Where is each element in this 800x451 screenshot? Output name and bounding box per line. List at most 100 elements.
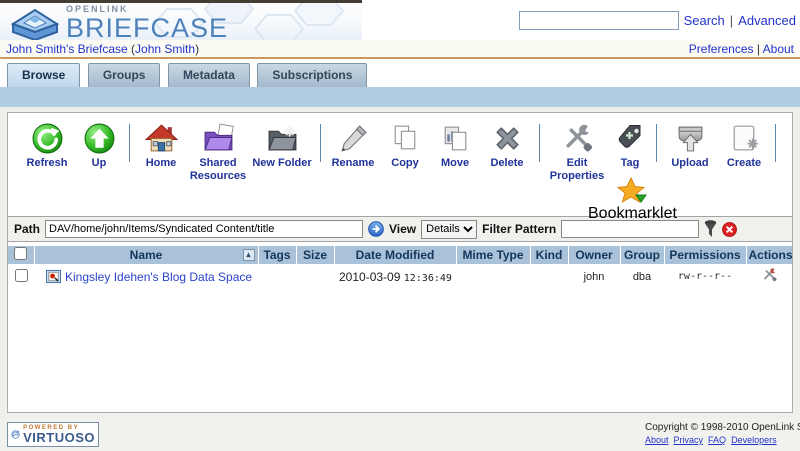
apply-filter-button[interactable] (704, 220, 717, 238)
toolbar: Refresh Up Home Shared Resources Ne (8, 113, 792, 216)
select-all-checkbox[interactable] (14, 247, 27, 260)
search-link[interactable]: Search (684, 13, 725, 28)
bookmarklet-button[interactable]: Bookmarklet (588, 177, 677, 223)
advanced-search-link[interactable]: Advanced (738, 13, 796, 28)
footer-about-link[interactable]: About (645, 435, 669, 445)
delete-button[interactable]: Delete (480, 122, 534, 170)
delete-x-icon (491, 122, 524, 155)
path-label: Path (14, 222, 40, 236)
column-header-mime-type[interactable]: Mime Type (456, 246, 530, 264)
funnel-icon (704, 220, 717, 238)
tab-browse[interactable]: Browse (7, 63, 80, 87)
file-table: Name ▴ Tags Size Date Modified Mime Type… (8, 246, 792, 289)
row-checkbox[interactable] (15, 269, 28, 282)
content-area: Refresh Up Home Shared Resources Ne (0, 107, 800, 418)
virtuoso-swirl-icon (11, 425, 20, 444)
column-header-kind[interactable]: Kind (530, 246, 568, 264)
owner-link[interactable]: John Smith (135, 42, 195, 56)
copy-icon (389, 122, 422, 155)
prefs-about-divider: | (757, 42, 760, 56)
footer-developers-link[interactable]: Developers (731, 435, 777, 445)
app-header: OPENLINK BRIEFCASE Search | Advanced (0, 0, 800, 40)
tools-icon (561, 122, 594, 155)
column-header-tags[interactable]: Tags (258, 246, 296, 264)
tag-button[interactable]: Tag (609, 122, 651, 170)
toolbar-separator (129, 124, 130, 162)
tab-metadata[interactable]: Metadata (168, 63, 250, 87)
view-select[interactable]: Details (421, 220, 477, 239)
group-cell: dba (620, 264, 664, 289)
kind-cell (530, 264, 568, 289)
sort-ascending-icon[interactable]: ▴ (243, 249, 255, 261)
resource-name-link[interactable]: Kingsley Idehen's Blog Data Space (65, 270, 252, 284)
row-properties-tools-icon[interactable] (761, 267, 778, 283)
toolbar-separator (775, 124, 776, 162)
tab-accent-bar (0, 87, 800, 107)
column-header-date-modified[interactable]: Date Modified (334, 246, 456, 264)
permissions-cell: rw-r--r-- (664, 264, 746, 289)
shared-folder-icon (202, 122, 235, 155)
size-cell (296, 264, 334, 289)
owner-paren-close: ) (195, 42, 199, 56)
copy-button[interactable]: Copy (380, 122, 430, 170)
brand-wordmark: OPENLINK BRIEFCASE (66, 5, 228, 42)
brand-briefcase: BRIEFCASE (66, 15, 228, 42)
shared-resources-button[interactable]: Shared Resources (187, 122, 249, 182)
create-button[interactable]: Create (718, 122, 770, 170)
up-arrow-icon (83, 122, 116, 155)
column-header-name[interactable]: Name ▴ (34, 246, 258, 264)
column-header-size[interactable]: Size (296, 246, 334, 264)
toolbar-separator (656, 124, 657, 162)
clear-filter-button[interactable] (722, 222, 737, 237)
new-folder-button[interactable]: New Folder (249, 122, 315, 170)
browse-panel: Refresh Up Home Shared Resources Ne (7, 112, 793, 413)
home-button[interactable]: Home (135, 122, 187, 170)
footer-faq-link[interactable]: FAQ (708, 435, 726, 445)
clear-x-icon (722, 222, 737, 237)
view-label: View (389, 222, 416, 236)
column-header-group[interactable]: Group (620, 246, 664, 264)
home-icon (145, 122, 178, 155)
bookmarklet-star-icon (616, 177, 648, 205)
move-icon (439, 122, 472, 155)
column-header-permissions[interactable]: Permissions (664, 246, 746, 264)
tab-groups[interactable]: Groups (88, 63, 161, 87)
tag-icon (615, 122, 645, 155)
path-input[interactable] (45, 220, 363, 238)
breadcrumb: John Smith's Briefcase (John Smith) Pref… (0, 40, 800, 59)
actions-cell (746, 264, 792, 289)
select-all-cell (8, 246, 34, 264)
footer: POWERED BY VIRTUOSO Copyright © 1998-201… (0, 418, 800, 451)
rename-pen-icon (337, 122, 370, 155)
column-header-owner[interactable]: Owner (568, 246, 620, 264)
mime-type-cell (456, 264, 530, 289)
column-header-actions[interactable]: Actions (746, 246, 792, 264)
footer-privacy-link[interactable]: Privacy (674, 435, 704, 445)
filter-pattern-label: Filter Pattern (482, 222, 556, 236)
go-arrow-icon (368, 221, 384, 237)
about-link[interactable]: About (763, 42, 794, 56)
empty-area (8, 289, 792, 412)
move-button[interactable]: Move (430, 122, 480, 170)
rename-button[interactable]: Rename (326, 122, 380, 170)
go-button[interactable] (368, 221, 384, 237)
edit-properties-button[interactable]: Edit Properties (545, 122, 609, 182)
table-row: Kingsley Idehen's Blog Data Space 2010-0… (8, 264, 792, 289)
upload-button[interactable]: Upload (662, 122, 718, 170)
tab-subscriptions[interactable]: Subscriptions (257, 63, 367, 87)
create-icon (728, 122, 761, 155)
header-search: Search | Advanced (519, 11, 796, 30)
search-input[interactable] (519, 11, 679, 30)
virtuoso-label: VIRTUOSO (23, 431, 95, 444)
up-button[interactable]: Up (74, 122, 124, 170)
preferences-link[interactable]: Preferences (689, 42, 754, 56)
refresh-button[interactable]: Refresh (20, 122, 74, 170)
upload-icon (674, 122, 707, 155)
blog-resource-icon (46, 269, 61, 284)
table-header-row: Name ▴ Tags Size Date Modified Mime Type… (8, 246, 792, 264)
owner-cell: john (568, 264, 620, 289)
briefcase-app: OPENLINK BRIEFCASE Search | Advanced Joh… (0, 0, 800, 451)
powered-by-virtuoso-badge[interactable]: POWERED BY VIRTUOSO (7, 422, 99, 447)
briefcase-title-link[interactable]: John Smith's Briefcase (6, 42, 128, 56)
search-links-divider: | (730, 13, 733, 28)
